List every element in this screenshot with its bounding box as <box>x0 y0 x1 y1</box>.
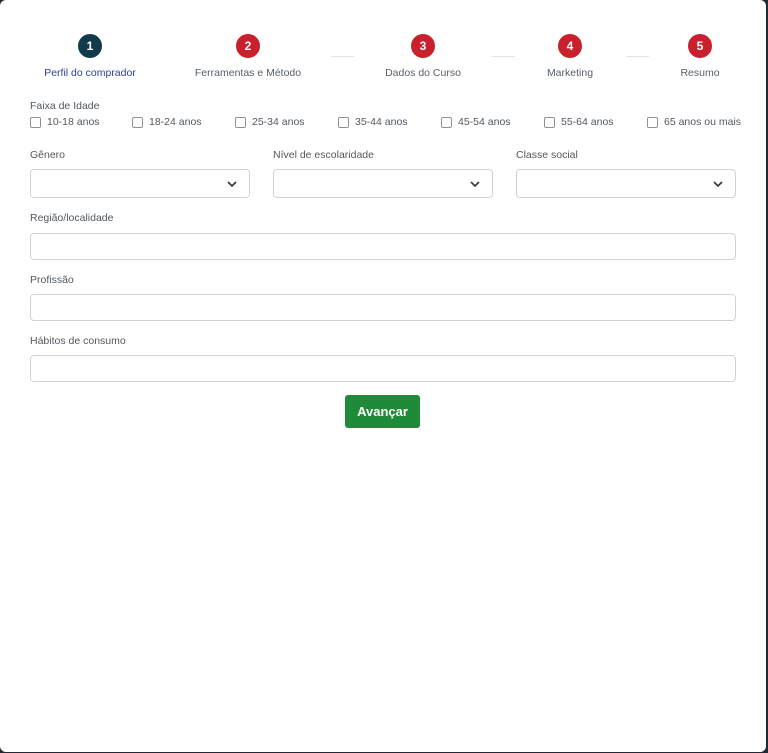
step-label: Perfil do comprador <box>44 67 136 79</box>
stepper: 1 Perfil do comprador 2 Ferramentas e Mé… <box>0 34 766 84</box>
education-select[interactable] <box>273 169 493 198</box>
form-card: 1 Perfil do comprador 2 Ferramentas e Mé… <box>0 0 766 752</box>
step-label: Resumo <box>680 67 720 79</box>
age-option[interactable]: 10-18 anos <box>30 116 100 128</box>
step-label: Dados do Curso <box>385 67 461 79</box>
checkbox-unchecked-icon[interactable] <box>441 116 452 128</box>
habits-input[interactable] <box>30 355 736 382</box>
age-range-group: 10-18 anos 18-24 anos 25-34 anos 35-44 a… <box>30 116 750 130</box>
age-option-label: 25-34 anos <box>252 116 305 128</box>
education-label: Nível de escolaridade <box>273 149 374 161</box>
gender-label: Gênero <box>30 149 66 161</box>
social-class-select[interactable] <box>516 169 736 198</box>
chevron-down-icon <box>227 181 237 188</box>
region-label: Região/localidade <box>30 212 114 224</box>
checkbox-unchecked-icon[interactable] <box>647 116 658 128</box>
social-class-label: Classe social <box>516 149 578 161</box>
age-option[interactable]: 55-64 anos <box>544 116 614 128</box>
step-number: 2 <box>236 34 260 58</box>
step-3[interactable]: 3 Dados do Curso <box>343 34 503 79</box>
age-option[interactable]: 25-34 anos <box>235 116 305 128</box>
step-number: 3 <box>411 34 435 58</box>
age-option-label: 18-24 anos <box>149 116 202 128</box>
profession-input[interactable] <box>30 294 736 321</box>
age-option-label: 55-64 anos <box>561 116 614 128</box>
step-2[interactable]: 2 Ferramentas e Método <box>168 34 328 79</box>
checkbox-unchecked-icon[interactable] <box>235 116 246 128</box>
step-5[interactable]: 5 Resumo <box>620 34 768 79</box>
habits-label: Hábitos de consumo <box>30 335 126 347</box>
age-option-label: 65 anos ou mais <box>664 116 742 128</box>
checkbox-unchecked-icon[interactable] <box>132 116 143 128</box>
checkbox-unchecked-icon[interactable] <box>338 116 349 128</box>
checkbox-unchecked-icon[interactable] <box>30 116 41 128</box>
gender-select[interactable] <box>30 169 250 198</box>
step-label: Ferramentas e Método <box>194 67 302 79</box>
chevron-down-icon <box>470 181 480 188</box>
age-option-label: 35-44 anos <box>355 116 408 128</box>
step-number: 4 <box>558 34 582 58</box>
checkbox-unchecked-icon[interactable] <box>544 116 555 128</box>
region-input[interactable] <box>30 233 736 260</box>
step-1[interactable]: 1 Perfil do comprador <box>10 34 170 79</box>
age-range-label: Faixa de Idade <box>30 100 100 112</box>
profession-label: Profissão <box>30 274 74 286</box>
age-option-label: 45-54 anos <box>458 116 511 128</box>
age-option[interactable]: 45-54 anos <box>441 116 511 128</box>
age-option[interactable]: 18-24 anos <box>132 116 202 128</box>
step-number: 1 <box>78 34 102 58</box>
chevron-down-icon <box>713 181 723 188</box>
age-option[interactable]: 35-44 anos <box>338 116 408 128</box>
age-option-label: 10-18 anos <box>47 116 100 128</box>
next-button[interactable]: Avançar <box>345 395 420 428</box>
age-option[interactable]: 65 anos ou mais <box>647 116 741 128</box>
step-number: 5 <box>688 34 712 58</box>
